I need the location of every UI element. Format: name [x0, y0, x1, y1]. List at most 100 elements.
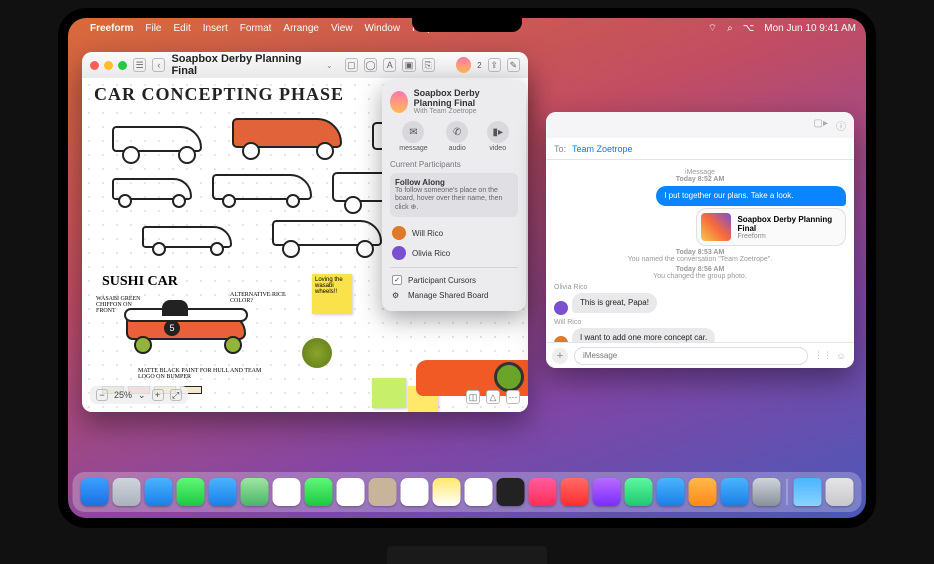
menu-arrange[interactable]: Arrange: [283, 23, 319, 34]
timestamp: Today 8:52 AM: [676, 176, 725, 183]
new-board-icon[interactable]: ✎: [507, 58, 520, 72]
timestamp: iMessage: [685, 169, 715, 176]
dock-app-news[interactable]: [561, 478, 589, 506]
zoom-button[interactable]: [118, 61, 127, 70]
menu-edit[interactable]: Edit: [173, 23, 190, 34]
dock-app-contacts[interactable]: [369, 478, 397, 506]
minimize-button[interactable]: [104, 61, 113, 70]
dock-app-maps[interactable]: [241, 478, 269, 506]
outgoing-message[interactable]: I put together our plans. Take a look.: [656, 186, 846, 206]
menu-file[interactable]: File: [145, 23, 161, 34]
dock-app-freeform[interactable]: [465, 478, 493, 506]
close-button[interactable]: [90, 61, 99, 70]
scenes-icon[interactable]: ◫: [466, 390, 480, 404]
zoom-in-button[interactable]: +: [152, 389, 164, 401]
recipient-chip[interactable]: Team Zoetrope: [572, 144, 633, 154]
dock-app-numbers[interactable]: [625, 478, 653, 506]
incoming-message[interactable]: This is great, Papa!: [572, 293, 657, 313]
system-message: You named the conversation "Team Zoetrop…: [628, 256, 772, 263]
board-title[interactable]: Soapbox Derby Planning Final: [171, 53, 320, 77]
sticky-note[interactable]: Loving the wasabi wheels!!: [312, 274, 352, 314]
dock-app-photos[interactable]: [273, 478, 301, 506]
app-menu[interactable]: Freeform: [90, 23, 133, 34]
menu-window[interactable]: Window: [364, 23, 400, 34]
sticky-tool-icon[interactable]: ▢: [345, 58, 358, 72]
dock-app-keynote[interactable]: [657, 478, 685, 506]
zoom-out-button[interactable]: −: [96, 389, 108, 401]
annotation-alt: ALTERNATIVE RICE COLOR?: [230, 292, 286, 304]
dock-app-tv[interactable]: [497, 478, 525, 506]
wifi-icon[interactable]: ⌔: [708, 22, 717, 35]
menu-view[interactable]: View: [331, 23, 353, 34]
menu-format[interactable]: Format: [240, 23, 272, 34]
control-center-icon[interactable]: ⌥: [743, 23, 755, 34]
avatar: [554, 301, 568, 315]
participant-row[interactable]: Will Rico: [390, 223, 518, 243]
more-icon[interactable]: ⋯: [506, 390, 520, 404]
dock-app-mail[interactable]: [209, 478, 237, 506]
follow-along-desc: To follow someone's place on the board, …: [395, 187, 513, 212]
messages-titlebar: ▢▸ ⓘ: [546, 112, 854, 138]
message-input[interactable]: [574, 347, 808, 365]
dock-app-settings[interactable]: [753, 478, 781, 506]
message-thread[interactable]: iMessageToday 8:52 AM I put together our…: [546, 160, 854, 342]
message-action[interactable]: ✉︎message: [399, 121, 427, 152]
dock-app-messages[interactable]: [177, 478, 205, 506]
zoom-controls: − 25% ⌄ + ⤢: [90, 386, 188, 404]
file-tool-icon[interactable]: ⎘: [422, 58, 435, 72]
audio-action[interactable]: ✆audio: [446, 121, 468, 152]
dock-app-safari[interactable]: [145, 478, 173, 506]
text-tool-icon[interactable]: A: [383, 58, 396, 72]
share-button[interactable]: ⇪: [488, 58, 501, 72]
timestamp: Today 8:56 AM: [676, 266, 725, 273]
zoom-percent[interactable]: 25%: [114, 390, 132, 400]
checkbox-checked-icon: ✓: [392, 275, 402, 285]
apps-button[interactable]: +: [552, 348, 568, 364]
dock-app-music[interactable]: [529, 478, 557, 506]
zoom-chevron-icon[interactable]: ⌄: [138, 390, 146, 401]
dock-app-notes[interactable]: [433, 478, 461, 506]
participant-name: Olivia Rico: [412, 249, 450, 258]
sticky-note-2[interactable]: [372, 378, 406, 408]
attachment-title: Soapbox Derby Planning Final: [737, 215, 841, 233]
dock-app-calendar[interactable]: [337, 478, 365, 506]
title-chevron-icon[interactable]: ⌄: [326, 61, 333, 70]
incoming-message[interactable]: I want to add one more concept car.: [572, 328, 715, 342]
collaborator-avatar[interactable]: [456, 57, 471, 73]
collaboration-popover: Soapbox Derby Planning Final With Team Z…: [382, 80, 526, 311]
sidebar-toggle-icon[interactable]: ☰: [133, 58, 146, 72]
annotation-wasabi: WASABI GREEN CHIFFON ON FRONT: [96, 296, 152, 314]
timestamp: Today 8:53 AM: [676, 249, 725, 256]
info-icon[interactable]: ⓘ: [836, 118, 846, 133]
spotlight-icon[interactable]: ⌕: [727, 23, 733, 34]
shape-tool-icon[interactable]: ◯: [364, 58, 377, 72]
dock-app-launchpad[interactable]: [113, 478, 141, 506]
emoji-picker-icon[interactable]: ☺︎: [834, 351, 848, 361]
sender-name: Olivia Rico: [554, 284, 846, 291]
audio-message-icon[interactable]: ⋮⋮: [814, 350, 828, 361]
video-action[interactable]: ▮▸video: [487, 121, 509, 152]
media-tool-icon[interactable]: ▣: [402, 58, 415, 72]
back-button[interactable]: ‹: [152, 58, 165, 72]
facetime-video-icon[interactable]: ▢▸: [814, 118, 828, 133]
dock-app-pages[interactable]: [689, 478, 717, 506]
dock-app-finder[interactable]: [81, 478, 109, 506]
navigator-icon[interactable]: △: [486, 390, 500, 404]
dock-trash[interactable]: [826, 478, 854, 506]
zoom-fit-button[interactable]: ⤢: [170, 389, 182, 401]
dock-downloads[interactable]: [794, 478, 822, 506]
manage-shared-board[interactable]: ⚙︎ Manage Shared Board: [390, 288, 518, 303]
dock-app-reminders[interactable]: [401, 478, 429, 506]
collaborator-count: 2: [477, 61, 481, 70]
menu-insert[interactable]: Insert: [203, 23, 228, 34]
participant-cursors-toggle[interactable]: ✓ Participant Cursors: [390, 272, 518, 288]
dock-app-podcasts[interactable]: [593, 478, 621, 506]
dock-app-appstore[interactable]: [721, 478, 749, 506]
dock-app-facetime[interactable]: [305, 478, 333, 506]
attachment-subtitle: Freeform: [737, 233, 841, 240]
dock: [73, 472, 862, 512]
attachment-card[interactable]: Soapbox Derby Planning Final Freeform: [696, 208, 846, 246]
phone-icon: ✆: [446, 121, 468, 143]
clock[interactable]: Mon Jun 10 9:41 AM: [764, 23, 856, 34]
participant-row[interactable]: Olivia Rico: [390, 243, 518, 263]
